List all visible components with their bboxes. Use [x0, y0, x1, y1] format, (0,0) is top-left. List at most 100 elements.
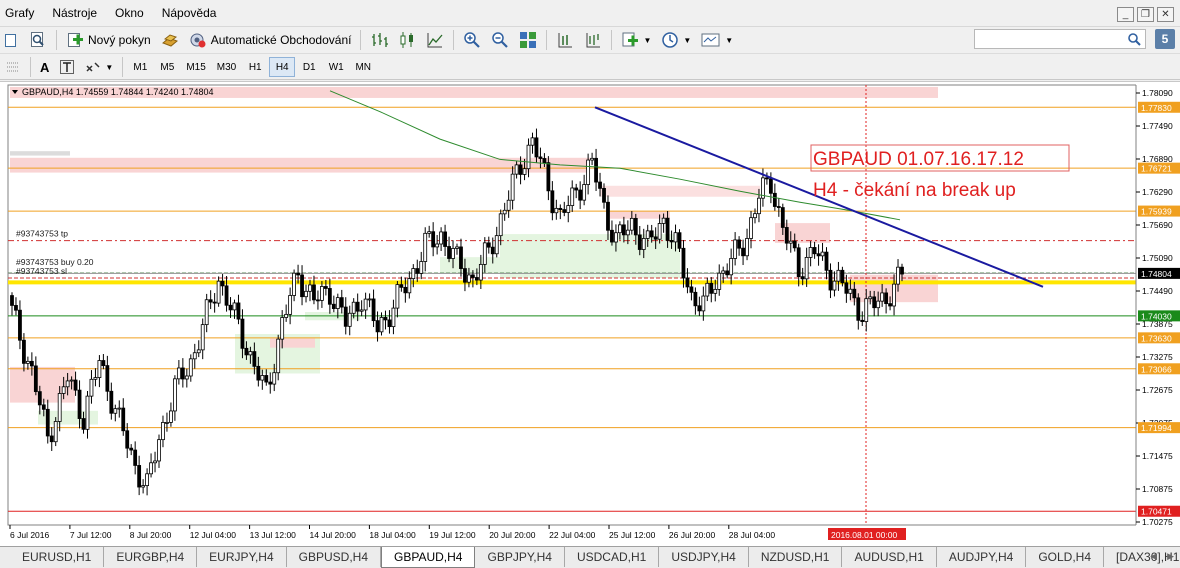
tab-usdcad-h1[interactable]: USDCAD,H1 — [565, 547, 660, 567]
candle-body — [737, 239, 741, 249]
candle-body — [320, 286, 324, 301]
timeframe-h1-button[interactable]: H1 — [242, 57, 268, 77]
bar-chart-button[interactable] — [365, 29, 393, 51]
zoom-in-button[interactable] — [458, 29, 486, 51]
text-tool-button[interactable]: A — [35, 56, 54, 78]
timeframe-d1-button[interactable]: D1 — [296, 57, 322, 77]
tab-nzdusd-h1[interactable]: NZDUSD,H1 — [749, 547, 843, 567]
price-marker-label: 1.74804 — [1141, 269, 1172, 279]
timeframe-m5-button[interactable]: M5 — [154, 57, 180, 77]
tab-gbpusd-h4[interactable]: GBPUSD,H4 — [287, 547, 382, 567]
tab-eurjpy-h4[interactable]: EURJPY,H4 — [197, 547, 287, 567]
indicators-icon — [622, 32, 639, 47]
menu-napoveda[interactable]: Nápověda — [153, 0, 226, 27]
tab-gbpjpy-h4[interactable]: GBPJPY,H4 — [475, 547, 565, 567]
close-button[interactable]: ✕ — [1157, 7, 1174, 22]
market-watch-button[interactable] — [156, 29, 184, 51]
zoom-out-button[interactable] — [486, 29, 514, 51]
menu-nastroje[interactable]: Nástroje — [43, 0, 106, 27]
candle-body — [713, 288, 718, 294]
candle-body — [141, 485, 146, 488]
menu-okno[interactable]: Okno — [106, 0, 153, 27]
scroll-right-icon[interactable]: ▶ — [1167, 551, 1174, 562]
new-chart-button[interactable] — [0, 29, 24, 51]
candle-body — [292, 272, 296, 296]
candle-body — [280, 317, 285, 340]
candle-body — [89, 378, 94, 397]
candle-body — [65, 380, 70, 388]
price-chart[interactable]: GBPAUD,H4 1.74559 1.74844 1.74240 1.7480… — [0, 82, 1180, 547]
candle-body — [73, 379, 78, 391]
candle-body — [427, 231, 432, 234]
candle-body — [578, 189, 583, 201]
candle-body — [69, 379, 74, 382]
search-input[interactable] — [974, 29, 1146, 49]
timeframe-m1-button[interactable]: M1 — [127, 57, 153, 77]
candle-body — [486, 242, 491, 248]
print-preview-button[interactable] — [24, 29, 52, 51]
tile-windows-button[interactable] — [514, 29, 542, 51]
indicators-button[interactable]: ▼ — [616, 29, 656, 51]
candle-body — [395, 284, 400, 309]
candle-body — [125, 430, 130, 449]
candle-body — [498, 213, 503, 237]
candle-body — [208, 299, 213, 303]
candle-body — [689, 286, 694, 293]
auto-trading-button[interactable]: Automatické Obchodování — [184, 29, 357, 51]
line-chart-button[interactable] — [421, 29, 449, 51]
candlestick-button[interactable] — [393, 29, 421, 51]
minimize-button[interactable]: _ — [1117, 7, 1134, 22]
tab-gbpaud-h4[interactable]: GBPAUD,H4 — [381, 547, 476, 568]
timeframe-mn-button[interactable]: MN — [350, 57, 376, 77]
candle-body — [594, 157, 598, 183]
candle-body — [872, 296, 877, 309]
search-icon[interactable] — [1127, 32, 1141, 46]
timeframe-h4-button[interactable]: H4 — [269, 57, 296, 77]
tab-usdjpy-h4[interactable]: USDJPY,H4 — [659, 547, 749, 567]
candle-body — [788, 240, 793, 244]
candle-body — [411, 268, 416, 280]
periods-button[interactable]: ▼ — [656, 29, 696, 51]
candle-body — [57, 393, 62, 422]
restore-button[interactable]: ❐ — [1137, 7, 1154, 22]
candle-body — [399, 284, 404, 288]
candle-body — [18, 309, 22, 341]
candle-body — [121, 407, 126, 432]
help-button[interactable]: 5 — [1155, 29, 1175, 49]
timeframe-w1-button[interactable]: W1 — [323, 57, 349, 77]
candle-body — [701, 295, 706, 312]
autoscroll-button[interactable] — [551, 29, 579, 51]
candle-body — [383, 317, 388, 321]
candle-body — [717, 272, 722, 290]
tab-audjpy-h4[interactable]: AUDJPY,H4 — [937, 547, 1027, 567]
candle-body — [331, 303, 336, 309]
tab-eurusd-h1[interactable]: EURUSD,H1 — [10, 547, 105, 567]
zoom-in-icon — [464, 32, 481, 48]
chevron-down-icon: ▼ — [643, 35, 652, 45]
templates-button[interactable]: ▼ — [696, 29, 738, 51]
scroll-left-icon[interactable]: ◀ — [1150, 551, 1157, 562]
text-label-tool-button[interactable] — [54, 56, 80, 78]
arrows-tool-button[interactable]: ▼ — [80, 56, 118, 78]
candle-body — [669, 240, 674, 243]
candle-body — [478, 263, 483, 281]
menu-grafy[interactable]: Grafy — [0, 0, 43, 27]
timeframe-m30-button[interactable]: M30 — [212, 57, 241, 77]
tab-audusd-h1[interactable]: AUDUSD,H1 — [842, 547, 937, 567]
candle-body — [117, 407, 122, 410]
time-tick-label: 20 Jul 20:00 — [489, 530, 536, 540]
timeframe-m15-button[interactable]: M15 — [181, 57, 210, 77]
chart-window[interactable]: GBPAUD,H4 1.74559 1.74844 1.74240 1.7480… — [0, 81, 1180, 547]
new-order-button[interactable]: Nový pokyn — [61, 29, 156, 51]
candle-body — [244, 347, 249, 356]
tab-gold-h4[interactable]: GOLD,H4 — [1026, 547, 1105, 567]
chart-shift-button[interactable] — [579, 29, 607, 51]
candle-body — [180, 367, 185, 380]
grip-handle[interactable] — [0, 56, 26, 78]
candle-body — [832, 280, 837, 291]
candle-body — [351, 301, 356, 314]
candle-body — [570, 187, 575, 206]
tab-eurgbp-h4[interactable]: EURGBP,H4 — [104, 547, 198, 567]
line-chart-icon — [427, 33, 443, 48]
price-tick-label: 1.76290 — [1142, 187, 1173, 197]
